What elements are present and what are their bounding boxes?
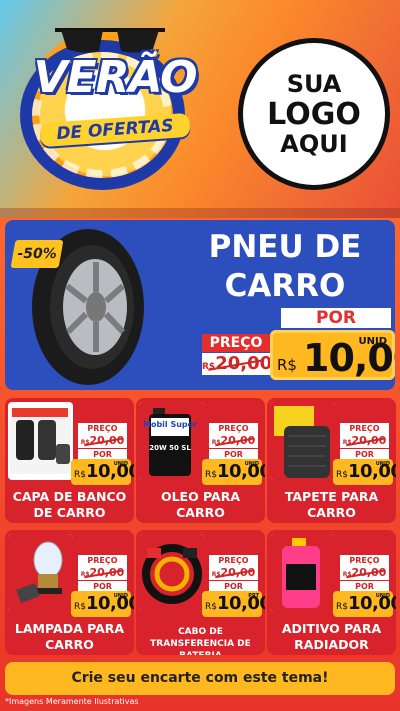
logo-placeholder[interactable]: SUA LOGO AQUI	[238, 38, 390, 190]
discount-badge: -50%	[10, 240, 64, 268]
currency: R$	[205, 470, 217, 480]
logo-text-3: AQUI	[280, 129, 348, 158]
product-name: ADITIVO PARA RADIADOR	[281, 621, 382, 652]
preco-label: PREÇO	[78, 423, 127, 434]
old-price: R$20,00	[78, 434, 127, 448]
preco-label: PREÇO	[78, 555, 127, 566]
old-price: R$20,00	[209, 434, 258, 448]
cta-banner[interactable]: Crie seu encarte com este tema!	[5, 662, 395, 695]
currency: R$	[205, 602, 217, 612]
product-card[interactable]: PREÇO R$20,00 POR R$ 10,00 UNID TAPETE P…	[267, 398, 396, 523]
product-name: OLEO PARA CARRO	[160, 489, 241, 520]
new-price: R$ 10,00 UNID	[71, 591, 134, 617]
unit-label: UNID	[375, 593, 390, 599]
currency: R$	[277, 356, 297, 374]
preco-label: PREÇO	[202, 334, 270, 352]
oil-bottle-image: Mobil Super 20W 50 SL	[139, 402, 204, 480]
old-price: R$20,00	[202, 353, 272, 375]
car-mat-image	[270, 402, 335, 480]
new-price: R$ 10,00 UNID	[333, 459, 396, 485]
old-price: R$20,00	[78, 566, 127, 580]
product-card[interactable]: PREÇO R$20,00 POR R$ 10,00 UNID LAMPADA …	[5, 530, 134, 655]
new-price: R$ 10,00 UNID	[202, 459, 265, 485]
old-price: R$20,00	[340, 434, 389, 448]
unit-label: UNID	[113, 461, 128, 467]
product-card[interactable]: PREÇO R$20,00 POR R$ 10,00 UNID CAPA DE …	[5, 398, 134, 523]
currency: R$	[336, 602, 348, 612]
header-banner: VERÃO DE OFERTAS SUA LOGO AQUI	[0, 0, 400, 218]
featured-title-line1: PNEU DE	[208, 229, 362, 265]
featured-title: PNEU DE CARRO	[175, 228, 395, 306]
product-name: LAMPADA PARA CARRO	[14, 621, 125, 652]
product-card[interactable]: PREÇO R$20,00 POR R$ 10,00 PRT CABO DE T…	[136, 530, 265, 655]
currency: R$	[336, 470, 348, 480]
new-price: R$ 10,00 UNID	[333, 591, 396, 617]
title-verao: VERÃO	[33, 52, 197, 103]
preco-label: PREÇO	[209, 423, 258, 434]
radiator-additive-image	[270, 534, 335, 612]
unit-label: UNID	[358, 336, 387, 347]
preco-label: PREÇO	[340, 555, 389, 566]
logo-text-2: LOGO	[267, 96, 361, 132]
unit-label: PRT	[248, 593, 259, 599]
currency: R$	[74, 602, 86, 612]
unit-label: UNID	[113, 593, 128, 599]
por-label: POR	[281, 308, 391, 328]
product-name: CABO DE TRANSFERENCIA DE BATERIA	[150, 627, 251, 655]
product-name: CAPA DE BANCO DE CARRO	[12, 489, 127, 520]
product-card[interactable]: PREÇO R$20,00 POR R$ 10,00 UNID ADITIVO …	[267, 530, 396, 655]
old-price: R$20,00	[340, 566, 389, 580]
new-price: R$ 10,00 UNID	[71, 459, 134, 485]
unit-label: UNID	[375, 461, 390, 467]
flyer-page: VERÃO DE OFERTAS SUA LOGO AQUI -50% PNEU…	[0, 0, 400, 711]
preco-label: PREÇO	[340, 423, 389, 434]
preco-label: PREÇO	[209, 555, 258, 566]
new-price: R$ 10,00 UNID	[270, 330, 395, 380]
seat-cover-image	[8, 402, 73, 480]
logo-text-1: SUA	[286, 70, 342, 99]
jumper-cable-image	[139, 534, 204, 612]
bulb-image	[8, 534, 73, 612]
old-price: R$20,00	[209, 566, 258, 580]
currency: R$	[74, 470, 86, 480]
sunglasses-icon	[55, 28, 165, 53]
product-card[interactable]: Mobil Super 20W 50 SL PREÇO R$20,00 POR …	[136, 398, 265, 523]
oil-spec: 20W 50 SL	[149, 444, 191, 452]
disclaimer: *Imagens Meramente Ilustrativas	[5, 697, 139, 706]
featured-product[interactable]: -50% PNEU DE CARRO POR PREÇO R$20,00 R$ …	[5, 220, 395, 390]
unit-label: UNID	[244, 461, 259, 467]
product-name: TAPETE PARA CARRO	[284, 489, 379, 520]
featured-title-line2: CARRO	[224, 268, 346, 304]
oil-brand: Mobil Super	[143, 420, 197, 429]
new-price: R$ 10,00 PRT	[202, 591, 265, 617]
